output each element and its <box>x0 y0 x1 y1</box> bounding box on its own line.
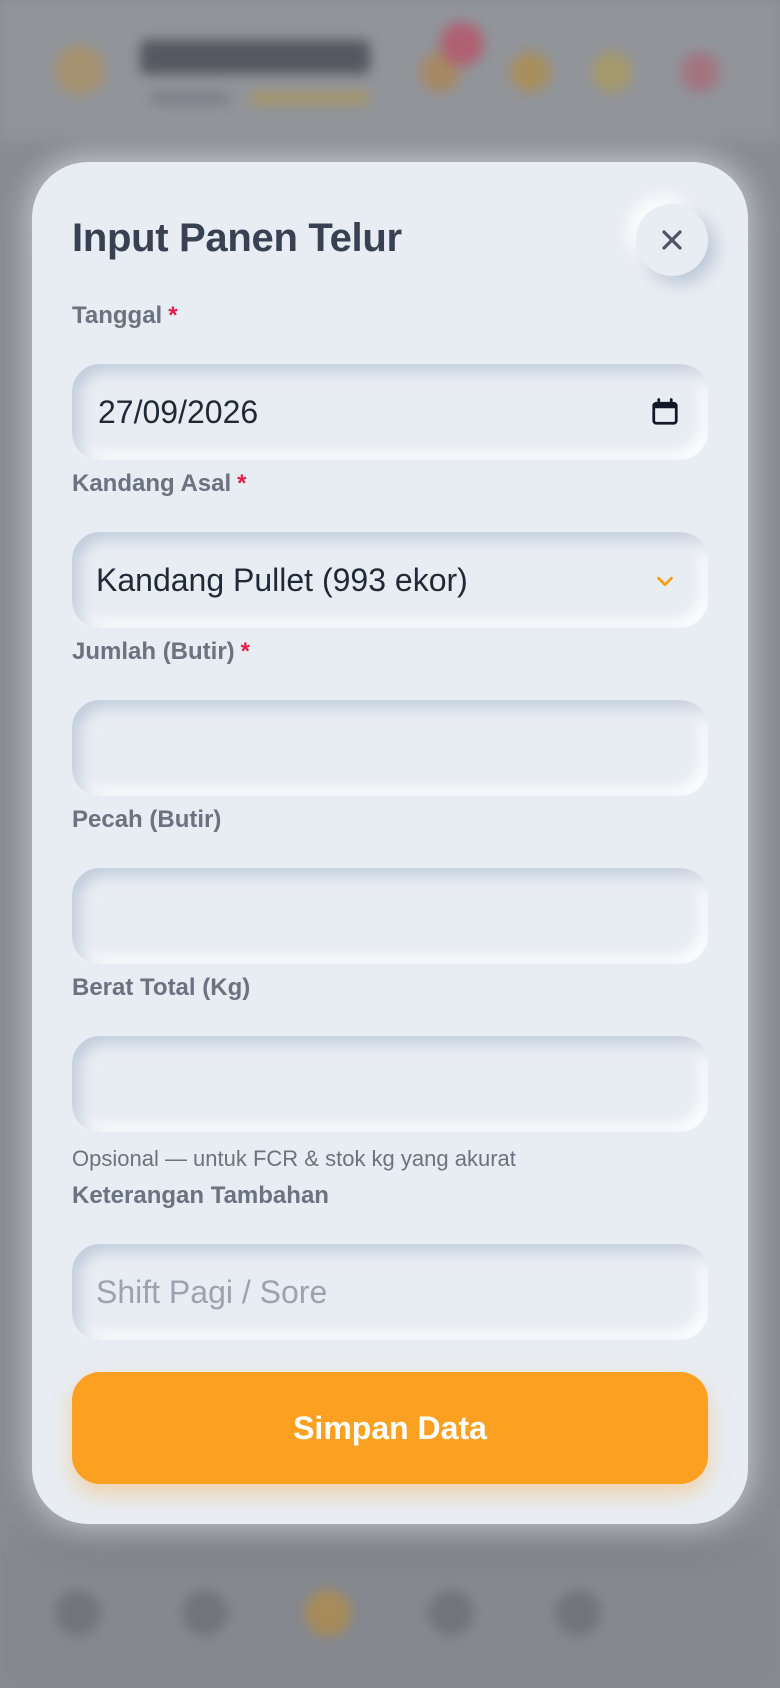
kandang-label: Kandang Asal * <box>72 470 246 498</box>
tanggal-date-field[interactable]: 27/09/2026 <box>72 364 708 460</box>
tanggal-value: 27/09/2026 <box>98 394 259 430</box>
required-mark: * <box>240 638 251 665</box>
tanggal-label-text: Tanggal <box>72 302 163 329</box>
pecah-input[interactable] <box>72 868 708 964</box>
close-button[interactable] <box>636 204 708 276</box>
modal-title: Input Panen Telur <box>72 216 402 260</box>
kandang-label-text: Kandang Asal <box>72 470 232 497</box>
jumlah-field[interactable] <box>72 700 708 796</box>
berat-field[interactable] <box>72 1036 708 1132</box>
pecah-field[interactable] <box>72 868 708 964</box>
input-panen-modal: Input Panen Telur Tanggal * 27/09/2026 Ka… <box>32 162 748 1524</box>
calendar-icon[interactable] <box>650 397 680 427</box>
jumlah-label-text: Jumlah (Butir) <box>72 638 235 665</box>
pecah-label: Pecah (Butir) <box>72 806 222 833</box>
chevron-down-icon <box>657 576 673 587</box>
close-icon <box>662 230 682 250</box>
keterangan-label: Keterangan Tambahan <box>72 1182 329 1209</box>
kandang-select[interactable]: Kandang Pullet (993 ekor) <box>72 532 708 628</box>
simpan-data-button[interactable]: Simpan Data <box>72 1372 708 1484</box>
required-mark: * <box>237 470 247 497</box>
kandang-selected-value: Kandang Pullet (993 ekor) <box>96 562 468 598</box>
jumlah-input[interactable] <box>72 700 708 796</box>
keterangan-field[interactable] <box>72 1244 708 1340</box>
tanggal-label: Tanggal * <box>72 302 178 330</box>
berat-hint: Opsional — untuk FCR & stok kg yang akur… <box>72 1146 516 1171</box>
keterangan-input[interactable] <box>72 1244 708 1340</box>
jumlah-label: Jumlah (Butir) * <box>72 638 250 666</box>
required-mark: * <box>168 302 178 329</box>
berat-input[interactable] <box>72 1036 708 1132</box>
berat-label: Berat Total (Kg) <box>72 974 251 1001</box>
